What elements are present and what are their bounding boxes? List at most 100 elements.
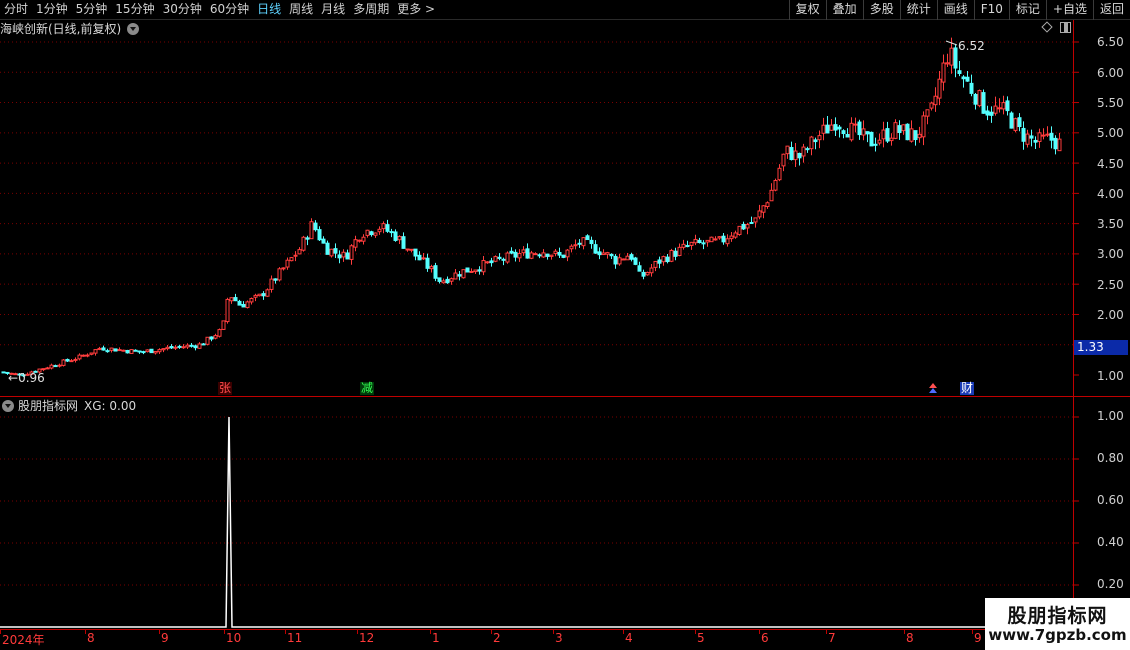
candle-body bbox=[153, 350, 158, 354]
date-tick: 12 bbox=[359, 631, 375, 645]
date-tick: 4 bbox=[625, 631, 633, 645]
candle-body bbox=[405, 248, 410, 251]
candle-body bbox=[529, 252, 534, 259]
date-tick: 2024年 bbox=[2, 633, 45, 647]
indicator-series bbox=[0, 416, 1073, 628]
candle-body bbox=[197, 343, 202, 349]
candle-body bbox=[129, 349, 134, 354]
candle-body bbox=[525, 248, 530, 259]
candle-body bbox=[1017, 117, 1022, 128]
candle-body bbox=[537, 254, 542, 257]
candle-body bbox=[173, 346, 178, 349]
price-tick: 6.00 bbox=[1097, 66, 1124, 80]
date-tick: 1 bbox=[432, 631, 440, 645]
candle-body bbox=[469, 270, 474, 273]
panel-toggle-icon[interactable] bbox=[1060, 22, 1071, 33]
candle-body bbox=[669, 249, 674, 262]
candle-body bbox=[817, 135, 822, 141]
candle-body bbox=[141, 351, 146, 354]
candle-body bbox=[621, 258, 626, 261]
candle-body bbox=[561, 254, 566, 258]
candle-body bbox=[725, 238, 730, 245]
candle-body bbox=[769, 189, 774, 202]
date-tick: 3 bbox=[555, 631, 563, 645]
candle-body bbox=[937, 78, 942, 99]
candle-body bbox=[637, 265, 642, 272]
candle-body bbox=[1033, 139, 1038, 143]
candle-body bbox=[293, 254, 298, 257]
candle-body bbox=[489, 260, 494, 264]
candle-body bbox=[1029, 135, 1034, 139]
candle-body bbox=[137, 350, 142, 353]
candle-body bbox=[945, 62, 950, 65]
candle-body bbox=[117, 349, 122, 352]
dropdown-icon[interactable] bbox=[2, 400, 14, 412]
date-tick: 11 bbox=[287, 631, 303, 645]
candle-body bbox=[909, 128, 914, 142]
candle-body bbox=[201, 343, 206, 346]
candle-body bbox=[705, 239, 710, 243]
candle-body bbox=[61, 359, 66, 366]
candle-body bbox=[105, 350, 110, 353]
candle-body bbox=[1013, 118, 1018, 131]
candle-body bbox=[605, 252, 610, 255]
candle-body bbox=[577, 242, 582, 245]
candle-body bbox=[721, 235, 726, 243]
candle-body bbox=[749, 222, 754, 225]
candle-body bbox=[657, 259, 662, 264]
candle-body bbox=[365, 229, 370, 236]
candle-body bbox=[289, 257, 294, 262]
candle-body bbox=[185, 344, 190, 348]
candle-body bbox=[985, 110, 990, 116]
candle-body bbox=[245, 301, 250, 309]
candle-body bbox=[913, 130, 918, 141]
candle-body bbox=[741, 223, 746, 230]
candle-body bbox=[673, 250, 678, 257]
candle-body bbox=[861, 128, 866, 136]
candle-body bbox=[977, 90, 982, 107]
candle-body bbox=[321, 238, 326, 244]
candle-body bbox=[281, 267, 286, 270]
event-marker-cai[interactable]: 财 bbox=[960, 382, 975, 395]
candle-body bbox=[677, 246, 682, 256]
price-tick: 3.00 bbox=[1097, 247, 1124, 261]
candle-body bbox=[1005, 100, 1010, 112]
candle-body bbox=[161, 348, 166, 351]
event-marker-zhang[interactable]: 张 bbox=[218, 382, 233, 395]
chart-area[interactable] bbox=[0, 0, 1130, 650]
candle-body bbox=[349, 245, 354, 260]
candle-body bbox=[933, 95, 938, 106]
event-arrow-icon[interactable] bbox=[928, 383, 938, 395]
event-marker-jian[interactable]: 减 bbox=[360, 382, 375, 395]
candle-body bbox=[317, 229, 322, 241]
candle-body bbox=[757, 210, 762, 218]
dropdown-icon[interactable] bbox=[127, 23, 140, 35]
candle-body bbox=[857, 121, 862, 136]
candle-body bbox=[905, 123, 910, 141]
candle-body bbox=[825, 124, 830, 134]
candle-body bbox=[77, 354, 82, 360]
candle-body bbox=[125, 349, 130, 354]
candle-body bbox=[681, 243, 686, 248]
candle-body bbox=[845, 134, 850, 138]
candle-body bbox=[653, 260, 658, 268]
price-tick: 3.50 bbox=[1097, 217, 1124, 231]
indicator-tick: 0.20 bbox=[1097, 577, 1124, 591]
candle-body bbox=[485, 261, 490, 264]
candle-body bbox=[997, 107, 1002, 110]
candle-body bbox=[961, 76, 966, 80]
candle-body bbox=[177, 345, 182, 348]
candle-body bbox=[1021, 127, 1026, 142]
candle-body bbox=[973, 93, 978, 105]
candle-body bbox=[753, 217, 758, 223]
candle-body bbox=[569, 245, 574, 250]
candle-body bbox=[457, 274, 462, 277]
candle-body bbox=[533, 253, 538, 256]
candle-body bbox=[437, 277, 442, 282]
candle-body bbox=[989, 111, 994, 116]
candle-body bbox=[81, 354, 86, 357]
price-tick: 5.50 bbox=[1097, 96, 1124, 110]
date-tick: 9 bbox=[161, 631, 169, 645]
watermark: 股朋指标网 www.7gpzb.com bbox=[985, 598, 1130, 650]
date-tick: 10 bbox=[226, 631, 242, 645]
